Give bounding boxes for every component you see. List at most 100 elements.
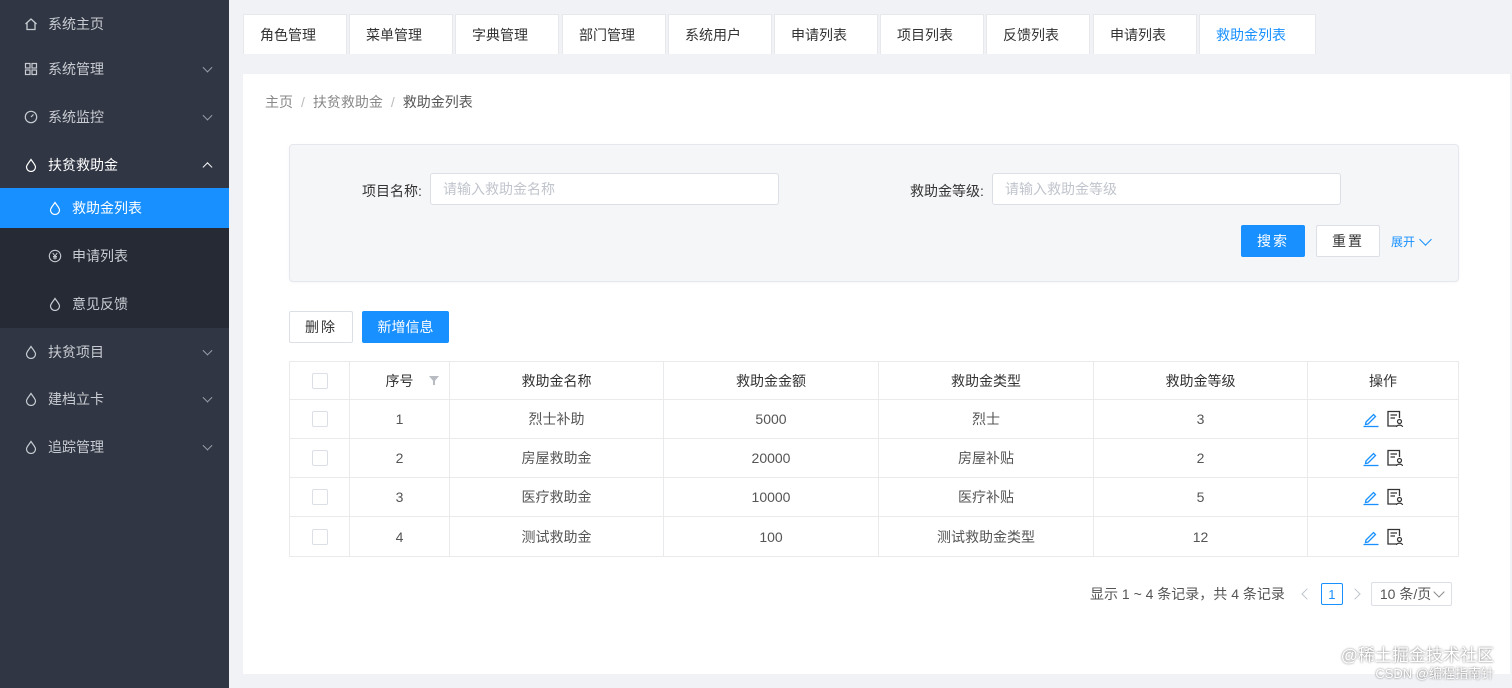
row-checkbox[interactable] bbox=[311, 450, 328, 466]
aid-name-input[interactable] bbox=[430, 173, 779, 205]
edit-icon[interactable] bbox=[1362, 410, 1380, 428]
add-info-button[interactable]: 新增信息 bbox=[362, 311, 449, 343]
sidebar-subitem-label: 救助金列表 bbox=[72, 200, 142, 216]
chevron-down-icon bbox=[1419, 232, 1432, 246]
page-size-label: 10 条/页 bbox=[1379, 586, 1432, 602]
tab-bar: 角色管理 菜单管理 字典管理 部门管理 系统用户 申请列表 项目列表 反馈列表 … bbox=[229, 0, 1512, 60]
page-size-select[interactable]: 10 条/页 bbox=[1370, 582, 1453, 606]
sidebar-subitem-label: 申请列表 bbox=[72, 248, 128, 264]
tab-feedback-list[interactable]: 反馈列表 bbox=[986, 14, 1090, 54]
tab-role-management[interactable]: 角色管理 bbox=[243, 14, 347, 54]
sidebar-item-system-management[interactable]: 系统管理 bbox=[0, 45, 229, 93]
sidebar-item-poverty-projects[interactable]: 扶贫项目 bbox=[0, 328, 229, 376]
detail-icon[interactable] bbox=[1386, 410, 1404, 428]
sidebar-subitem-feedback[interactable]: 意见反馈 bbox=[0, 284, 229, 324]
detail-icon[interactable] bbox=[1386, 488, 1404, 506]
pagination-summary: 显示 1 ~ 4 条记录，共 4 条记录 bbox=[1090, 586, 1285, 602]
search-button[interactable]: 搜索 bbox=[1241, 225, 1305, 257]
sidebar-item-tracking[interactable]: 追踪管理 bbox=[0, 423, 229, 471]
cell-aid-type: 烈士 bbox=[879, 400, 1094, 438]
sidebar-item-label: 系统主页 bbox=[48, 16, 104, 32]
table-header-row: 序号 救助金名称 救助金金额 救助金类型 救助金等级 操作 bbox=[290, 362, 1458, 400]
select-all-checkbox[interactable] bbox=[311, 372, 328, 389]
tab-project-list[interactable]: 项目列表 bbox=[880, 14, 984, 54]
cell-actions bbox=[1308, 478, 1458, 516]
sidebar-item-label: 扶贫项目 bbox=[48, 344, 104, 360]
detail-icon[interactable] bbox=[1386, 449, 1404, 467]
chevron-up-icon bbox=[202, 162, 213, 173]
row-checkbox[interactable] bbox=[311, 528, 328, 545]
page-1-button[interactable]: 1 bbox=[1320, 583, 1343, 605]
watermark: @稀土掘金技术社区 CSDN @编程指南针 bbox=[1341, 646, 1494, 682]
sidebar-item-home[interactable]: 系统主页 bbox=[0, 0, 229, 48]
tab-department-management[interactable]: 部门管理 bbox=[562, 14, 666, 54]
cell-actions bbox=[1308, 517, 1458, 556]
cell-aid-type: 医疗补贴 bbox=[879, 478, 1094, 516]
edit-icon[interactable] bbox=[1362, 488, 1380, 506]
expand-link-label: 展开 bbox=[1391, 235, 1416, 249]
expand-link[interactable]: 展开 bbox=[1391, 232, 1432, 250]
tab-aid-list[interactable]: 救助金列表 bbox=[1199, 14, 1316, 54]
breadcrumb-parent[interactable]: 扶贫救助金 bbox=[313, 92, 383, 112]
header-aid-level: 救助金等级 bbox=[1094, 362, 1308, 399]
cell-aid-amount: 5000 bbox=[664, 400, 879, 438]
chevron-left-icon[interactable] bbox=[1301, 588, 1313, 600]
search-panel: 项目名称: 救助金等级: 搜索 重置 展开 bbox=[289, 144, 1459, 282]
breadcrumb-current: 救助金列表 bbox=[402, 94, 473, 110]
header-aid-name: 救助金名称 bbox=[450, 362, 664, 399]
sidebar-item-archive-card[interactable]: 建档立卡 bbox=[0, 375, 229, 423]
chevron-down-icon bbox=[202, 110, 213, 121]
cell-actions bbox=[1308, 439, 1458, 477]
tab-system-users[interactable]: 系统用户 bbox=[668, 14, 772, 54]
header-no[interactable]: 序号 bbox=[350, 362, 450, 399]
project-name-label: 项目名称: bbox=[362, 183, 422, 199]
breadcrumb-home[interactable]: 主页 bbox=[265, 92, 293, 112]
tab-application-list-2[interactable]: 申请列表 bbox=[1093, 14, 1197, 54]
sidebar-subitem-application-list[interactable]: 申请列表 bbox=[0, 236, 229, 276]
cell-no: 1 bbox=[350, 400, 450, 438]
chevron-down-icon bbox=[202, 345, 213, 356]
cell-aid-level: 5 bbox=[1094, 478, 1308, 516]
cell-no: 4 bbox=[350, 517, 450, 556]
chevron-right-icon[interactable] bbox=[1349, 588, 1361, 600]
watermark-line-2: CSDN @编程指南针 bbox=[1375, 666, 1494, 681]
cell-aid-type: 房屋补贴 bbox=[879, 439, 1094, 477]
delete-button[interactable]: 删除 bbox=[289, 311, 353, 343]
row-checkbox[interactable] bbox=[311, 411, 328, 427]
aid-level-input[interactable] bbox=[992, 173, 1341, 205]
tab-menu-management[interactable]: 菜单管理 bbox=[349, 14, 453, 54]
sidebar-subitem-aid-list[interactable]: 救助金列表 bbox=[0, 188, 229, 228]
table-row: 3 医疗救助金 10000 医疗补贴 5 bbox=[290, 478, 1458, 517]
header-checkbox-cell bbox=[290, 362, 350, 399]
aid-table: 序号 救助金名称 救助金金额 救助金类型 救助金等级 操作 1 烈士补助 500… bbox=[289, 361, 1459, 557]
grid-icon bbox=[24, 62, 38, 76]
yen-icon bbox=[48, 249, 62, 263]
cell-aid-amount: 20000 bbox=[664, 439, 879, 477]
filter-icon[interactable] bbox=[429, 376, 439, 385]
sidebar-item-label: 系统监控 bbox=[48, 109, 104, 125]
cell-no: 2 bbox=[350, 439, 450, 477]
edit-icon[interactable] bbox=[1362, 449, 1380, 467]
breadcrumb: 主页 / 扶贫救助金 / 救助金列表 bbox=[265, 92, 473, 112]
detail-icon[interactable] bbox=[1386, 528, 1404, 546]
chevron-down-icon bbox=[202, 392, 213, 403]
cell-no: 3 bbox=[350, 478, 450, 516]
sidebar-item-label: 追踪管理 bbox=[48, 439, 104, 455]
pagination: 显示 1 ~ 4 条记录，共 4 条记录 1 10 条/页 bbox=[1090, 582, 1453, 606]
header-label: 序号 bbox=[385, 372, 414, 389]
sidebar-item-label: 系统管理 bbox=[48, 61, 104, 77]
reset-button[interactable]: 重置 bbox=[1316, 225, 1380, 257]
aid-level-label: 救助金等级: bbox=[910, 183, 984, 199]
row-checkbox-cell bbox=[290, 478, 350, 516]
sidebar-item-system-monitor[interactable]: 系统监控 bbox=[0, 93, 229, 141]
table-row: 2 房屋救助金 20000 房屋补贴 2 bbox=[290, 439, 1458, 478]
tab-application-list[interactable]: 申请列表 bbox=[774, 14, 878, 54]
gauge-icon bbox=[24, 110, 38, 124]
tab-dictionary-management[interactable]: 字典管理 bbox=[455, 14, 559, 54]
row-checkbox[interactable] bbox=[311, 489, 328, 505]
sidebar-item-poverty-aid[interactable]: 扶贫救助金 bbox=[0, 141, 229, 189]
breadcrumb-separator: / bbox=[390, 94, 395, 110]
edit-icon[interactable] bbox=[1362, 528, 1380, 546]
sidebar: 系统主页 系统管理 系统监控 扶贫救助金 救助金列表 申请列表 意见反馈 扶贫项… bbox=[0, 0, 229, 688]
row-checkbox-cell bbox=[290, 400, 350, 438]
